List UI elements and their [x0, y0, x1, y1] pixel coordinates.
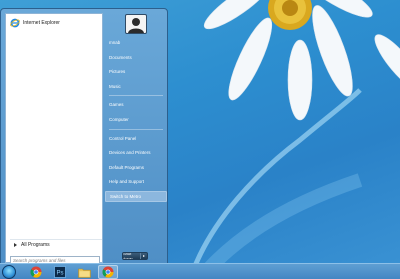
user-avatar[interactable]: [125, 14, 147, 34]
all-programs-label: All Programs: [21, 241, 50, 248]
taskbar-photoshop[interactable]: Ps: [50, 265, 70, 279]
places-pane: mnab Documents Pictures Music Games Comp…: [105, 37, 167, 206]
programs-pane: Internet Explorer All Programs: [5, 13, 103, 265]
taskbar-chrome[interactable]: [26, 265, 46, 279]
shutdown-options-button[interactable]: [140, 253, 147, 259]
chrome-icon: [30, 266, 42, 278]
photoshop-icon: Ps: [54, 266, 66, 278]
user-icon: [128, 18, 144, 33]
folder-icon: [77, 268, 91, 278]
pinned-item-label: Internet Explorer: [23, 20, 60, 26]
photoshop-label: Ps: [56, 270, 63, 276]
taskbar-explorer[interactable]: [74, 265, 94, 279]
taskbar-chrome-active[interactable]: [98, 265, 118, 279]
arrow-right-icon: [14, 242, 17, 247]
menu-item-switch-to-metro[interactable]: Switch to Metro: [105, 190, 167, 202]
start-menu: Internet Explorer All Programs mnab Docu…: [0, 8, 168, 265]
menu-item-user-folder[interactable]: mnab: [105, 37, 167, 48]
menu-item-music[interactable]: Music: [105, 81, 167, 92]
chrome-icon: [102, 266, 114, 278]
taskbar: Ps: [0, 263, 400, 279]
divider: [109, 128, 163, 130]
menu-item-documents[interactable]: Documents: [105, 52, 167, 63]
menu-item-control-panel[interactable]: Control Panel: [105, 133, 167, 144]
all-programs-button[interactable]: All Programs: [10, 239, 102, 249]
windows-orb-icon[interactable]: [2, 265, 16, 279]
shutdown-label: Shut down: [123, 252, 133, 260]
menu-item-games[interactable]: Games: [105, 99, 167, 110]
menu-item-devices-and-printers[interactable]: Devices and Printers: [105, 147, 167, 158]
shutdown-button[interactable]: Shut down: [122, 252, 148, 260]
menu-item-computer[interactable]: Computer: [105, 114, 167, 125]
pinned-item-internet-explorer[interactable]: Internet Explorer: [8, 16, 100, 30]
ie-icon: [10, 18, 20, 28]
menu-item-default-programs[interactable]: Default Programs: [105, 162, 167, 173]
menu-item-pictures[interactable]: Pictures: [105, 66, 167, 77]
divider: [109, 95, 163, 97]
arrow-right-icon: [143, 255, 145, 257]
menu-item-help-and-support[interactable]: Help and Support: [105, 176, 167, 187]
